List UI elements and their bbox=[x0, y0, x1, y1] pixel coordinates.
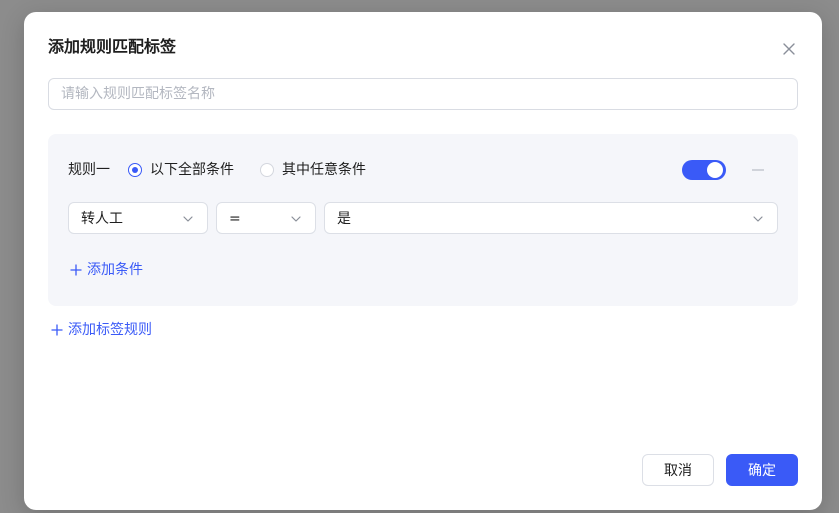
radio-match-any-label: 其中任意条件 bbox=[282, 162, 366, 178]
add-condition-label: 添加条件 bbox=[87, 262, 143, 278]
add-tag-rule-dialog: 添加规则匹配标签 规则一 以下全部条件 其中任意条件 转人工 = bbox=[24, 12, 822, 510]
condition-field-select[interactable]: 转人工 bbox=[68, 202, 208, 234]
condition-value-value: 是 bbox=[337, 211, 351, 227]
radio-match-all-label: 以下全部条件 bbox=[150, 162, 234, 178]
chevron-down-icon bbox=[753, 216, 763, 222]
condition-operator-value: = bbox=[229, 211, 241, 227]
plus-icon bbox=[51, 324, 63, 336]
chevron-down-icon bbox=[183, 216, 193, 222]
plus-icon bbox=[70, 264, 82, 276]
condition-value-select[interactable]: 是 bbox=[324, 202, 778, 234]
add-condition-button[interactable]: 添加条件 bbox=[70, 260, 143, 280]
tag-name-input[interactable] bbox=[48, 78, 798, 110]
condition-field-value: 转人工 bbox=[81, 211, 123, 227]
rule-label: 规则一 bbox=[68, 162, 110, 178]
radio-checked-icon bbox=[128, 163, 142, 177]
cancel-button[interactable]: 取消 bbox=[642, 454, 714, 486]
add-tag-rule-label: 添加标签规则 bbox=[68, 322, 152, 338]
close-button[interactable] bbox=[781, 41, 797, 57]
toggle-knob bbox=[707, 162, 723, 178]
radio-match-all[interactable]: 以下全部条件 bbox=[128, 160, 234, 180]
dialog-title: 添加规则匹配标签 bbox=[48, 37, 177, 56]
rule-card: 规则一 以下全部条件 其中任意条件 转人工 = 是 添加条件 bbox=[48, 134, 798, 306]
add-tag-rule-button[interactable]: 添加标签规则 bbox=[51, 320, 152, 340]
chevron-down-icon bbox=[291, 216, 301, 222]
condition-operator-select[interactable]: = bbox=[216, 202, 316, 234]
radio-unchecked-icon bbox=[260, 163, 274, 177]
rule-enabled-toggle[interactable] bbox=[682, 160, 726, 180]
minus-icon[interactable] bbox=[752, 169, 764, 171]
confirm-button[interactable]: 确定 bbox=[726, 454, 798, 486]
close-icon bbox=[783, 43, 795, 55]
radio-match-any[interactable]: 其中任意条件 bbox=[260, 160, 366, 180]
